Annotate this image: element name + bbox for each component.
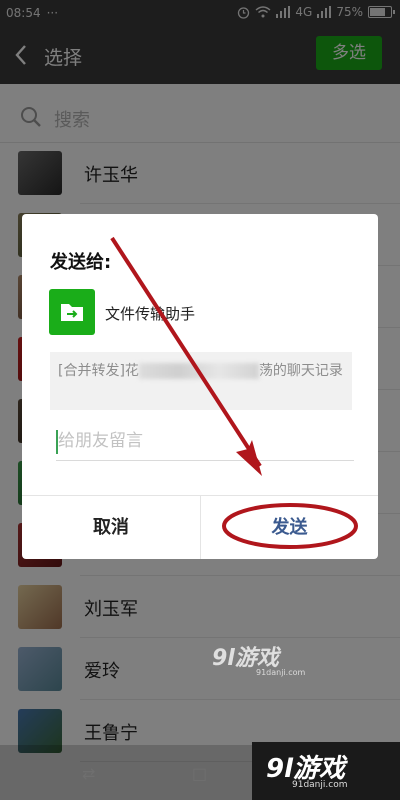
preview-suffix: 荡的聊天记录 xyxy=(258,363,343,379)
watermark-logo: 9l游戏 91danji.com xyxy=(212,640,305,677)
dialog-title: 发送给: xyxy=(50,252,112,273)
preview-prefix: [合并转发]花 xyxy=(58,363,139,379)
corner-watermark: 9l游戏 91danji.com xyxy=(252,742,400,800)
dialog-buttons: 取消 发送 xyxy=(22,495,378,559)
recipient-name: 文件传输助手 xyxy=(105,305,196,323)
corner-watermark-url: 91danji.com xyxy=(292,780,348,790)
message-preview: [合并转发]花 荡的聊天记录 xyxy=(50,352,352,410)
folder-arrow-icon xyxy=(49,289,95,335)
cancel-button[interactable]: 取消 xyxy=(22,496,200,559)
message-input[interactable] xyxy=(56,422,354,461)
home-icon[interactable]: □ xyxy=(192,764,207,783)
send-dialog: 发送给: 文件传输助手 [合并转发]花 荡的聊天记录 取消 发送 xyxy=(22,214,378,559)
blurred-name xyxy=(138,363,259,379)
watermark-url: 91danji.com xyxy=(256,668,306,677)
text-cursor xyxy=(56,430,58,454)
preview-text: [合并转发]花 荡的聊天记录 xyxy=(58,361,344,381)
switch-apps-icon[interactable]: ⇄ xyxy=(82,764,95,783)
send-button[interactable]: 发送 xyxy=(201,496,378,559)
folder-arrow-svg xyxy=(61,304,83,321)
screen: 08:54 ··· 4G 75% 选择 多选 搜索 许玉华刘玉军刘玉军爱玲王鲁宁… xyxy=(0,0,400,800)
